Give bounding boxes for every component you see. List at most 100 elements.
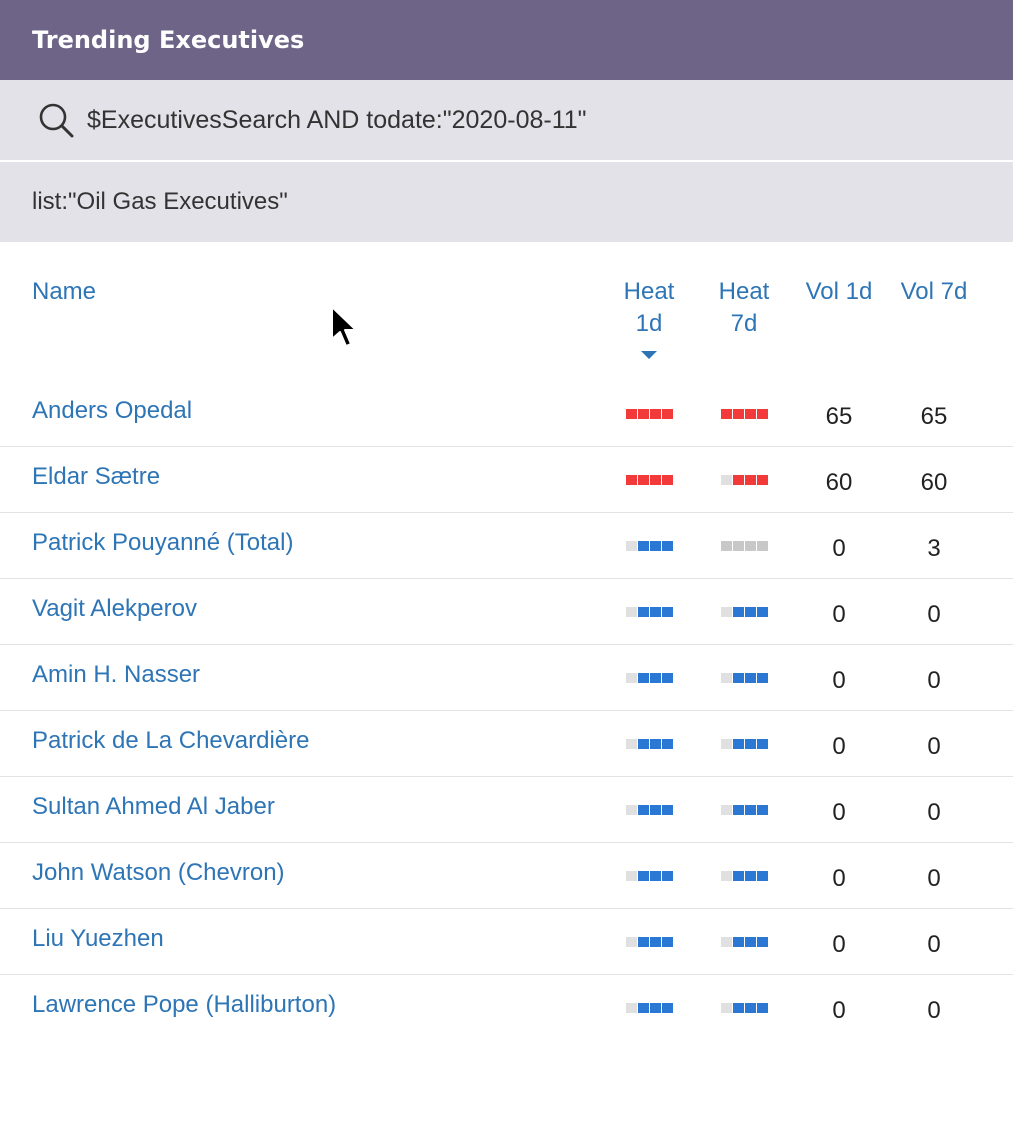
executive-name-link[interactable]: Lawrence Pope (Halliburton): [32, 991, 336, 1019]
column-header-vol-7d[interactable]: Vol 7d: [891, 276, 977, 308]
heat-segment: [757, 673, 768, 683]
table-row[interactable]: Vagit Alekperov 0 0: [0, 579, 1013, 645]
volume-7d-value: 0: [927, 733, 941, 760]
heat-segment: [721, 739, 732, 749]
heat-segment: [733, 1003, 744, 1013]
heat-1d-indicator: [626, 409, 673, 419]
heat-segment: [662, 871, 673, 881]
heat-segment: [721, 1003, 732, 1013]
heat-segment: [745, 409, 756, 419]
heat-segment: [650, 937, 661, 947]
column-header-vol-1d-label: Vol 1d: [805, 278, 873, 305]
heat-segment: [733, 541, 744, 551]
table-row[interactable]: Lawrence Pope (Halliburton) 0 0: [0, 975, 1013, 1041]
sort-desc-icon[interactable]: [641, 351, 657, 359]
heat-segment: [626, 607, 637, 617]
volume-7d-value: 0: [927, 931, 941, 958]
column-header-heat-1d[interactable]: Heat 1d: [614, 276, 684, 340]
list-filter[interactable]: list:"Oil Gas Executives": [0, 162, 1013, 242]
heat-segment: [662, 409, 673, 419]
table-row[interactable]: Eldar Sætre 60 60: [0, 447, 1013, 513]
column-header-heat-1d-line2: 1d: [635, 310, 663, 337]
magnifier-icon[interactable]: [37, 101, 75, 139]
heat-segment: [733, 673, 744, 683]
list-filter-text[interactable]: list:"Oil Gas Executives": [32, 188, 288, 216]
heat-segment: [650, 607, 661, 617]
heat-segment: [721, 409, 732, 419]
heat-segment: [626, 805, 637, 815]
column-header-heat-7d[interactable]: Heat 7d: [709, 276, 779, 340]
heat-segment: [638, 937, 649, 947]
heat-segment: [757, 871, 768, 881]
executive-name-link[interactable]: Vagit Alekperov: [32, 595, 197, 623]
heat-1d-indicator: [626, 475, 673, 485]
heat-7d-indicator: [721, 541, 768, 551]
heat-1d-indicator: [626, 805, 673, 815]
heat-segment: [662, 607, 673, 617]
heat-7d-indicator: [721, 673, 768, 683]
column-header-heat-7d-line1: Heat: [718, 278, 770, 305]
volume-1d-value: 0: [832, 733, 846, 760]
heat-segment: [757, 607, 768, 617]
executives-table: Anders Opedal 65 65 Eldar Sætre 60 60 Patrick …: [0, 381, 1013, 1041]
heat-7d-indicator: [721, 937, 768, 947]
executive-name-link[interactable]: Patrick Pouyanné (Total): [32, 529, 293, 557]
heat-7d-indicator: [721, 607, 768, 617]
column-header-name[interactable]: Name: [32, 276, 96, 308]
heat-segment: [721, 805, 732, 815]
executive-name-link[interactable]: John Watson (Chevron): [32, 859, 285, 887]
search-query[interactable]: $ExecutivesSearch AND todate:"2020-08-11…: [87, 106, 587, 135]
table-row[interactable]: Liu Yuezhen 0 0: [0, 909, 1013, 975]
heat-segment: [650, 871, 661, 881]
table-row[interactable]: Anders Opedal 65 65: [0, 381, 1013, 447]
heat-segment: [650, 805, 661, 815]
heat-7d-indicator: [721, 475, 768, 485]
heat-segment: [757, 541, 768, 551]
heat-1d-indicator: [626, 1003, 673, 1013]
heat-segment: [757, 739, 768, 749]
volume-1d-value: 0: [832, 997, 846, 1024]
heat-segment: [662, 937, 673, 947]
volume-1d-value: 0: [832, 535, 846, 562]
heat-segment: [745, 937, 756, 947]
executive-name-link[interactable]: Eldar Sætre: [32, 463, 160, 491]
heat-segment: [733, 409, 744, 419]
table-row[interactable]: Patrick de La Chevardière 0 0: [0, 711, 1013, 777]
volume-7d-value: 60: [920, 469, 948, 496]
table-row[interactable]: Patrick Pouyanné (Total) 0 3: [0, 513, 1013, 579]
heat-segment: [638, 541, 649, 551]
heat-segment: [745, 1003, 756, 1013]
heat-segment: [721, 871, 732, 881]
table-row[interactable]: Sultan Ahmed Al Jaber 0 0: [0, 777, 1013, 843]
table-row[interactable]: John Watson (Chevron) 0 0: [0, 843, 1013, 909]
heat-segment: [638, 475, 649, 485]
executive-name-link[interactable]: Amin H. Nasser: [32, 661, 200, 689]
executive-name-link[interactable]: Sultan Ahmed Al Jaber: [32, 793, 275, 821]
heat-segment: [757, 805, 768, 815]
heat-segment: [638, 1003, 649, 1013]
heat-segment: [650, 673, 661, 683]
executive-name-link[interactable]: Liu Yuezhen: [32, 925, 164, 953]
heat-segment: [745, 805, 756, 815]
volume-1d-value: 0: [832, 931, 846, 958]
table-row[interactable]: Amin H. Nasser 0 0: [0, 645, 1013, 711]
panel-title: Trending Executives: [0, 0, 1013, 80]
volume-1d-value: 0: [832, 799, 846, 826]
heat-segment: [638, 673, 649, 683]
heat-segment: [626, 673, 637, 683]
heat-segment: [662, 805, 673, 815]
heat-segment: [650, 409, 661, 419]
heat-segment: [626, 1003, 637, 1013]
volume-1d-value: 0: [832, 865, 846, 892]
heat-segment: [662, 673, 673, 683]
executive-name-link[interactable]: Anders Opedal: [32, 397, 192, 425]
column-header-vol-1d[interactable]: Vol 1d: [796, 276, 882, 308]
executive-name-link[interactable]: Patrick de La Chevardière: [32, 727, 309, 755]
search-bar[interactable]: $ExecutivesSearch AND todate:"2020-08-11…: [0, 80, 1013, 160]
heat-segment: [626, 409, 637, 419]
heat-segment: [721, 673, 732, 683]
mouse-pointer-icon: [331, 306, 357, 347]
panel-title-text: Trending Executives: [32, 26, 305, 54]
volume-1d-value: 0: [832, 667, 846, 694]
heat-segment: [650, 739, 661, 749]
